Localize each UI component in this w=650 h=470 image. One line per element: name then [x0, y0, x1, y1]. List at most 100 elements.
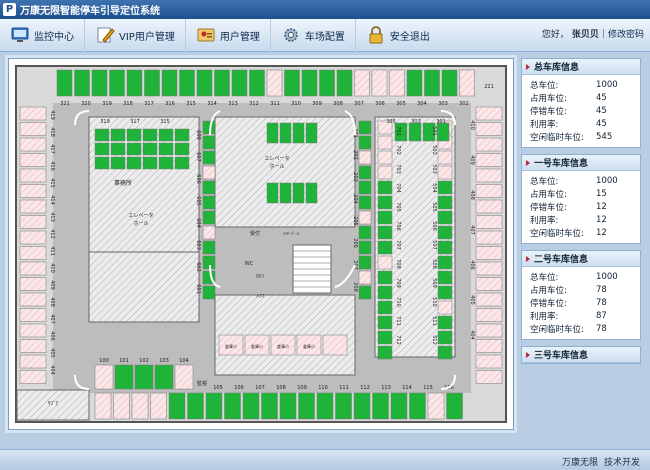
parking-spot-occupied[interactable]	[261, 392, 278, 420]
parking-spot-free[interactable]	[475, 230, 503, 245]
toolbar-vip-users[interactable]: VIP用户管理	[85, 18, 186, 52]
parking-spot-occupied[interactable]	[94, 156, 110, 170]
parking-spot-occupied[interactable]	[377, 195, 393, 210]
parking-spot-occupied[interactable]	[436, 122, 450, 142]
parking-spot-occupied[interactable]	[437, 315, 453, 330]
parking-spot-occupied[interactable]	[168, 392, 186, 420]
parking-spot-occupied[interactable]	[336, 69, 353, 97]
parking-spot-occupied[interactable]	[110, 142, 126, 156]
parking-spot-occupied[interactable]	[377, 345, 393, 360]
parking-spot-occupied[interactable]	[437, 255, 453, 270]
parking-spot-occupied[interactable]	[279, 392, 297, 420]
parking-spot-occupied[interactable]	[142, 156, 158, 170]
parking-spot-occupied[interactable]	[335, 392, 352, 420]
parking-spot-free[interactable]	[389, 69, 405, 97]
parking-spot-free[interactable]	[377, 255, 393, 270]
toolbar-user-management[interactable]: 用户管理	[186, 18, 271, 52]
parking-spot-free[interactable]	[475, 199, 503, 214]
parking-spot-occupied[interactable]	[161, 69, 178, 97]
parking-spot-occupied[interactable]	[158, 128, 174, 142]
parking-spot-free[interactable]	[174, 364, 194, 390]
parking-spot-occupied[interactable]	[424, 69, 440, 97]
parking-spot-free[interactable]	[377, 150, 393, 165]
parking-spot-occupied[interactable]	[377, 240, 393, 255]
parking-spot-free[interactable]	[19, 153, 47, 167]
parking-spot-free[interactable]	[19, 323, 47, 338]
parking-spot-occupied[interactable]	[358, 180, 372, 195]
parking-spot-free[interactable]	[19, 184, 47, 198]
parking-spot-free[interactable]	[475, 292, 503, 307]
parking-spot-occupied[interactable]	[358, 135, 372, 150]
parking-spot-free[interactable]	[19, 199, 47, 214]
parking-spot-occupied[interactable]	[202, 135, 216, 150]
parking-spot-occupied[interactable]	[358, 195, 372, 210]
storage-room[interactable]	[322, 334, 348, 356]
parking-spot-occupied[interactable]	[437, 210, 453, 225]
parking-spot-occupied[interactable]	[358, 120, 372, 135]
parking-spot-free[interactable]	[475, 184, 503, 198]
parking-spot-free[interactable]	[475, 277, 503, 291]
parking-spot-occupied[interactable]	[144, 69, 160, 97]
parking-spot-occupied[interactable]	[292, 182, 305, 204]
parking-spot-occupied[interactable]	[377, 315, 393, 330]
parking-spot-occupied[interactable]	[94, 142, 110, 156]
parking-spot-free[interactable]	[202, 165, 216, 180]
parking-spot-occupied[interactable]	[126, 128, 142, 142]
parking-spot-occupied[interactable]	[305, 182, 318, 204]
parking-spot-free[interactable]	[19, 354, 47, 369]
parking-spot-occupied[interactable]	[358, 225, 372, 240]
parking-spot-occupied[interactable]	[142, 128, 158, 142]
parking-spot-occupied[interactable]	[377, 225, 393, 240]
parking-spot-occupied[interactable]	[446, 392, 463, 420]
parking-spot-free[interactable]	[19, 230, 47, 245]
parking-spot-free[interactable]	[437, 300, 453, 315]
parking-spot-free[interactable]	[358, 270, 372, 285]
parking-spot-occupied[interactable]	[377, 210, 393, 225]
parking-spot-occupied[interactable]	[242, 392, 260, 420]
parking-spot-free[interactable]	[94, 364, 114, 390]
parking-spot-occupied[interactable]	[174, 156, 190, 170]
parking-spot-occupied[interactable]	[390, 392, 408, 420]
parking-spot-free[interactable]	[377, 165, 393, 180]
parking-spot-free[interactable]	[475, 354, 503, 369]
parking-spot-occupied[interactable]	[353, 392, 371, 420]
parking-spot-free[interactable]	[19, 277, 47, 291]
toolbar-safe-exit[interactable]: 安全退出	[356, 19, 440, 52]
parking-spot-occupied[interactable]	[174, 128, 190, 142]
parking-spot-free[interactable]	[19, 261, 47, 276]
parking-spot-free[interactable]	[19, 106, 47, 121]
parking-spot-occupied[interactable]	[179, 69, 195, 97]
parking-spot-occupied[interactable]	[126, 69, 143, 97]
parking-spot-occupied[interactable]	[284, 69, 300, 97]
parking-spot-occupied[interactable]	[437, 180, 453, 195]
parking-spot-occupied[interactable]	[94, 128, 110, 142]
parking-spot-free[interactable]	[475, 137, 503, 152]
parking-spot-free[interactable]	[475, 261, 503, 276]
parking-spot-free[interactable]	[150, 392, 167, 420]
parking-spot-free[interactable]	[437, 165, 453, 180]
parking-spot-occupied[interactable]	[174, 142, 190, 156]
parking-spot-free[interactable]	[354, 69, 370, 97]
parking-spot-free[interactable]	[19, 339, 47, 353]
parking-spot-occupied[interactable]	[298, 392, 315, 420]
parking-spot-occupied[interactable]	[134, 364, 154, 390]
parking-spot-occupied[interactable]	[358, 285, 372, 300]
parking-spot-occupied[interactable]	[202, 285, 216, 300]
parking-spot-occupied[interactable]	[109, 69, 125, 97]
parking-spot-occupied[interactable]	[408, 122, 422, 142]
parking-spot-occupied[interactable]	[437, 270, 453, 285]
parking-spot-occupied[interactable]	[437, 225, 453, 240]
parking-spot-occupied[interactable]	[142, 142, 158, 156]
parking-spot-occupied[interactable]	[377, 300, 393, 315]
parking-spot-occupied[interactable]	[202, 255, 216, 270]
parking-spot-occupied[interactable]	[406, 69, 423, 97]
parking-spot-free[interactable]	[459, 69, 475, 97]
parking-spot-occupied[interactable]	[437, 330, 453, 345]
parking-spot-occupied[interactable]	[187, 392, 204, 420]
parking-spot-occupied[interactable]	[437, 240, 453, 255]
parking-spot-occupied[interactable]	[279, 122, 292, 144]
parking-spot-occupied[interactable]	[202, 210, 216, 225]
parking-spot-free[interactable]	[437, 150, 453, 165]
parking-spot-free[interactable]	[427, 392, 445, 420]
parking-spot-free[interactable]	[475, 106, 503, 121]
